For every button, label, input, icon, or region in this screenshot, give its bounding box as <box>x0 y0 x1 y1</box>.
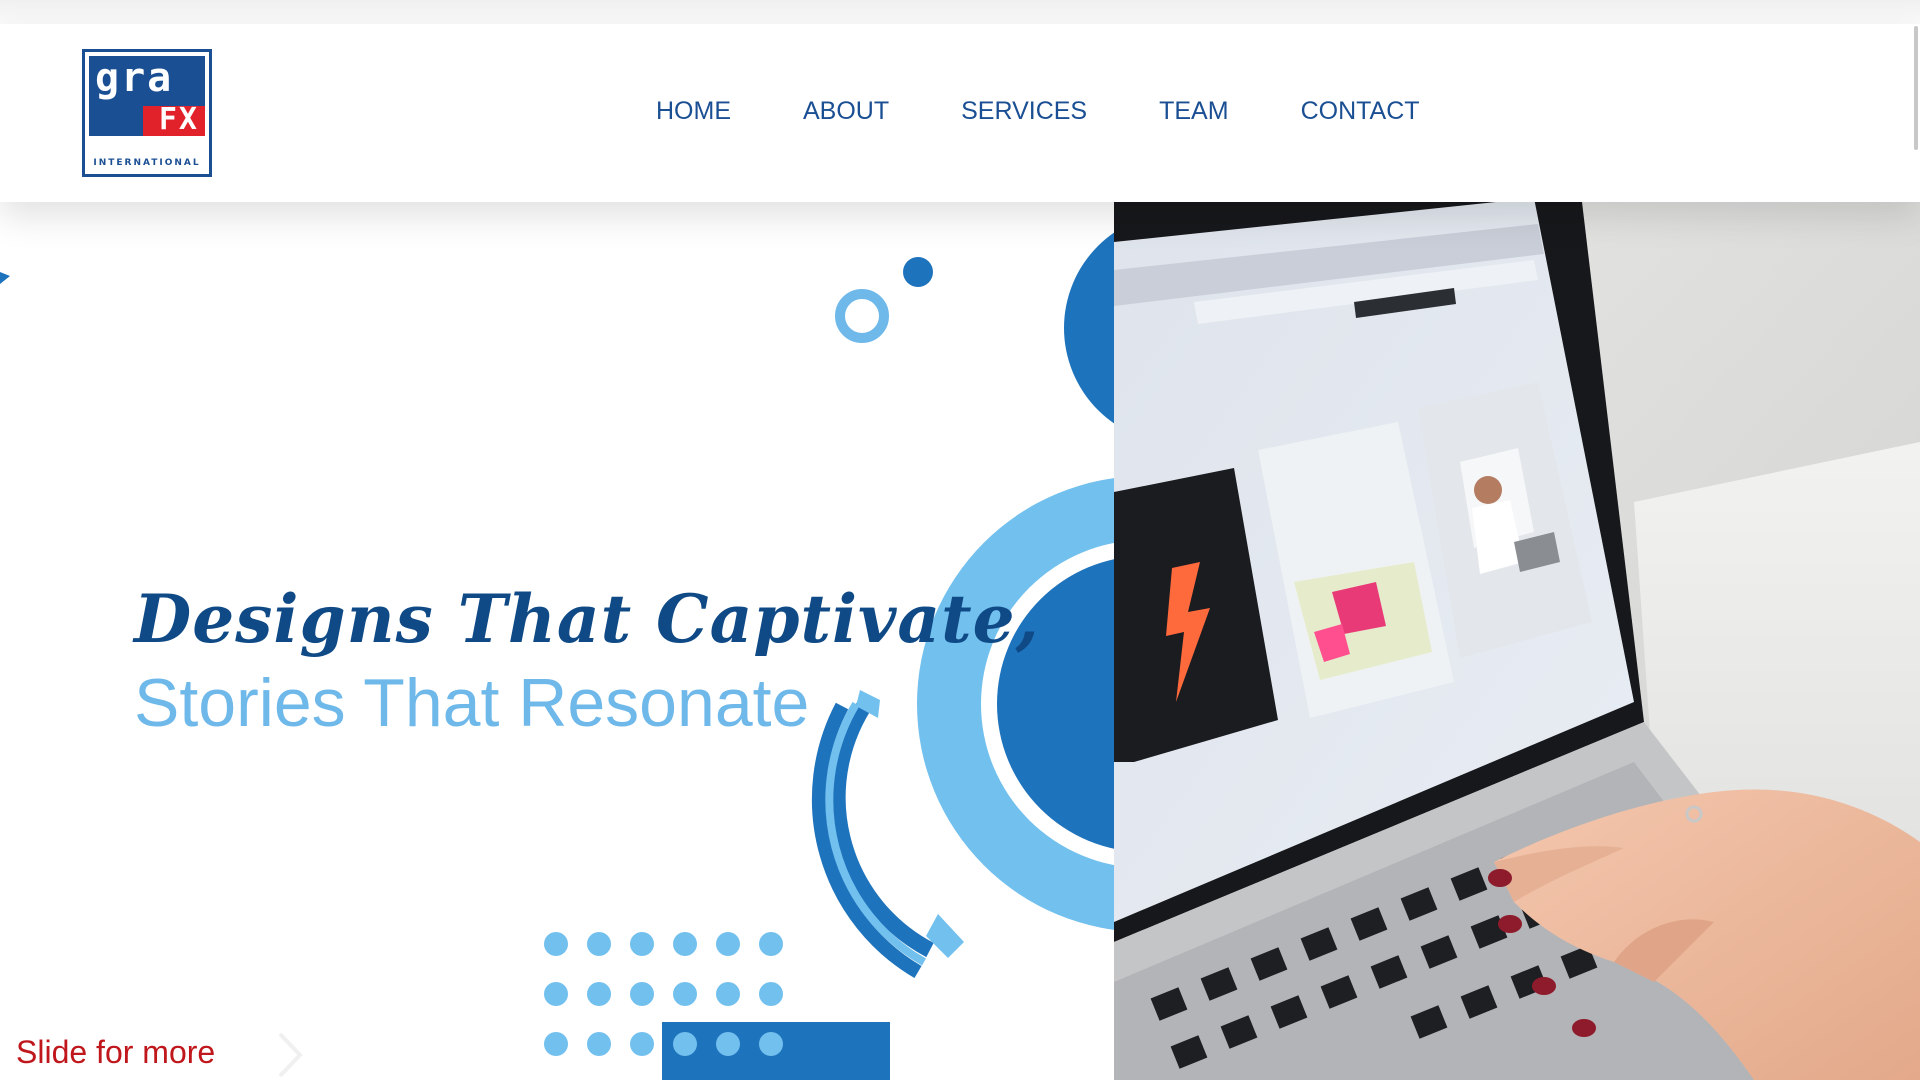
scrollbar-thumb[interactable] <box>1914 26 1918 150</box>
dot-grid-overlap <box>673 1032 783 1056</box>
hero-photo <box>1114 202 1920 1080</box>
site-header: gra FX INTERNATIONAL HOME ABOUT SERVICES… <box>0 24 1920 202</box>
hero-headline-line1: Designs That Captivate, <box>134 580 1040 658</box>
logo-text-top: gra <box>95 55 174 101</box>
slide-for-more-text[interactable]: Slide for more <box>16 1034 215 1071</box>
page: gra FX INTERNATIONAL HOME ABOUT SERVICES… <box>0 0 1920 1080</box>
nav-home[interactable]: HOME <box>656 96 731 126</box>
corner-chevron-icon <box>0 272 10 284</box>
arc-tail <box>926 914 964 958</box>
nav-contact[interactable]: CONTACT <box>1301 96 1420 126</box>
small-dot-dark <box>903 257 933 287</box>
top-big-circle <box>1064 232 1114 424</box>
chevron-right-icon[interactable] <box>276 1030 306 1080</box>
small-ring-light <box>835 289 889 343</box>
logo-mark: gra FX INTERNATIONAL <box>89 56 205 170</box>
hero-headline-line2: Stories That Resonate <box>134 665 810 741</box>
nav-services[interactable]: SERVICES <box>961 96 1087 126</box>
nav-team[interactable]: TEAM <box>1159 96 1228 126</box>
nav-about[interactable]: ABOUT <box>803 96 889 126</box>
top-strip <box>0 0 1920 24</box>
grafx-logo[interactable]: gra FX INTERNATIONAL <box>82 49 212 177</box>
main-nav: HOME ABOUT SERVICES TEAM CONTACT <box>656 96 1492 126</box>
logo-text-sub: INTERNATIONAL <box>93 158 201 168</box>
laptop-photo-illustration <box>1114 202 1920 1080</box>
logo-text-bottom: FX <box>158 102 199 137</box>
